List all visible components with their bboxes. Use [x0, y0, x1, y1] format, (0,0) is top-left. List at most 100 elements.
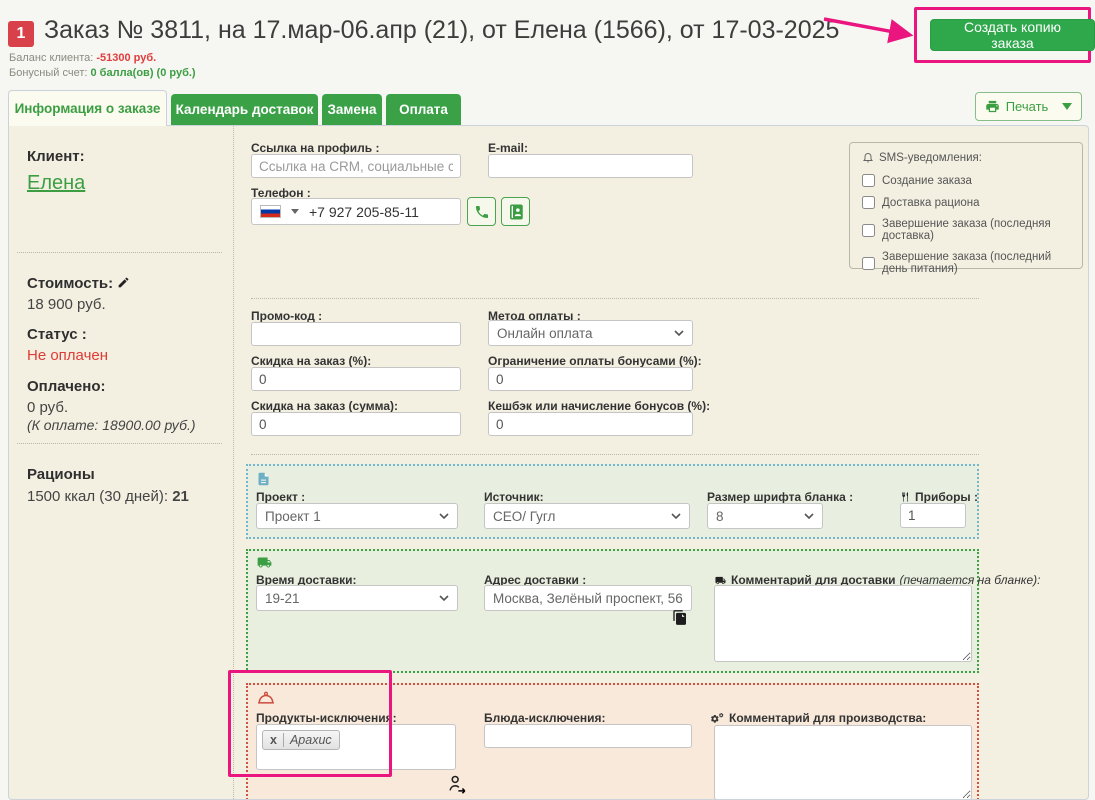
rations-count: 21 — [172, 488, 189, 505]
cost-label-text: Стоимость: — [27, 275, 114, 292]
bonus-limit-input[interactable] — [488, 367, 693, 391]
bonus-limit-label: Ограничение оплаты бонусами (%): — [488, 354, 702, 368]
cloche-icon — [258, 691, 274, 704]
chevron-down-icon — [671, 513, 681, 519]
utensils-label: Приборы : — [900, 490, 978, 504]
print-button[interactable]: Печать — [975, 92, 1082, 121]
phone-input[interactable]: +7 927 205-85-11 — [251, 198, 461, 225]
exclusion-tag: x Арахис — [262, 730, 340, 750]
remove-tag-icon[interactable]: x — [270, 733, 277, 747]
production-comment-label-text: Комментарий для производства: — [729, 711, 927, 725]
source-select[interactable]: СЕО/ Гугл — [484, 503, 690, 529]
promo-label: Промо-код : — [251, 309, 323, 323]
person-arrow-icon[interactable] — [446, 773, 468, 795]
contact-book-button[interactable] — [501, 197, 530, 226]
discount-sum-input[interactable] — [251, 412, 461, 436]
bonus-value: 0 балла(ов) (0 руб.) — [90, 67, 196, 79]
sms-option-label: Создание заказа — [882, 174, 972, 187]
sms-option-ration-delivery[interactable]: Доставка рациона — [862, 196, 1070, 209]
cashback-label: Кешбэк или начисление бонусов (%): — [488, 399, 711, 413]
bell-icon — [863, 152, 873, 163]
sms-option-last-delivery[interactable]: Завершение заказа (последняя доставка) — [862, 218, 1070, 242]
sidebar: Клиент: Елена Стоимость: 18 900 руб. Ста… — [9, 126, 234, 799]
flag-caret-icon[interactable] — [291, 209, 299, 214]
project-value: Проект 1 — [265, 508, 321, 524]
balance-value: -51300 руб. — [96, 52, 157, 64]
font-size-value: 8 — [716, 508, 724, 524]
project-select[interactable]: Проект 1 — [256, 503, 458, 529]
tab-payment[interactable]: Оплата — [386, 94, 461, 125]
document-icon — [258, 472, 269, 486]
checkbox[interactable] — [862, 174, 875, 187]
production-comment-textarea[interactable] — [714, 725, 972, 799]
copy-address-icon[interactable] — [672, 609, 688, 626]
source-value: СЕО/ Гугл — [493, 508, 556, 524]
production-box: Продукты-исключения: x Арахис Блюда-искл… — [246, 683, 979, 799]
checkbox[interactable] — [862, 223, 875, 237]
edit-pencil-icon[interactable] — [117, 276, 130, 289]
profile-link-input[interactable] — [251, 154, 461, 178]
font-size-label: Размер шрифта бланка : — [707, 490, 854, 504]
delivery-time-value: 19-21 — [265, 590, 300, 606]
rations-value: 1500 ккал (30 дней): 21 — [27, 488, 189, 505]
chevron-down-icon — [804, 513, 814, 519]
products-exclusions-input[interactable]: x Арахис — [256, 724, 456, 770]
tag-label: Арахис — [282, 733, 332, 747]
fork-knife-icon — [902, 492, 909, 502]
tab-replacement[interactable]: Замена — [322, 94, 382, 125]
payment-method-select[interactable]: Онлайн оплата — [488, 320, 693, 346]
cashback-input[interactable] — [488, 412, 693, 436]
sms-option-last-day[interactable]: Завершение заказа (последний день питани… — [862, 251, 1070, 275]
client-name-link[interactable]: Елена — [27, 172, 85, 195]
sms-option-order-created[interactable]: Создание заказа — [862, 174, 1070, 187]
utensils-label-text: Приборы : — [915, 490, 978, 504]
sms-option-label: Завершение заказа (последний день питани… — [882, 251, 1052, 275]
tab-order-info[interactable]: Информация о заказе — [8, 90, 167, 126]
sms-title: SMS-уведомления: — [879, 152, 982, 164]
address-book-icon — [509, 204, 523, 219]
discount-pct-input[interactable] — [251, 367, 461, 391]
sms-option-label: Завершение заказа (последняя доставка) — [882, 218, 1051, 242]
delivery-address-select[interactable]: Москва, Зелёный проспект, 56 — [484, 585, 692, 611]
production-comment-label: Комментарий для производства: — [710, 711, 926, 725]
tab-delivery-calendar[interactable]: Календарь доставок — [171, 94, 318, 125]
chevron-down-icon — [439, 595, 449, 601]
checkbox[interactable] — [862, 196, 875, 209]
gears-icon — [711, 712, 724, 723]
phone-number[interactable]: +7 927 205-85-11 — [309, 204, 419, 220]
promo-input[interactable] — [251, 322, 461, 346]
client-label: Клиент: — [27, 148, 85, 165]
divider — [251, 298, 979, 299]
payment-method-value: Онлайн оплата — [497, 325, 593, 341]
order-page: 1 Заказ № 3811, на 17.мар-06.апр (21), о… — [0, 0, 1095, 800]
email-field[interactable] — [488, 154, 693, 178]
balance-label: Баланс клиента: — [9, 52, 94, 64]
chevron-down-icon — [674, 330, 684, 336]
call-button[interactable] — [467, 197, 496, 226]
project-label: Проект : — [256, 490, 306, 504]
divider — [17, 252, 222, 253]
source-label: Источник: — [484, 490, 544, 504]
page-title: Заказ № 3811, на 17.мар-06.апр (21), от … — [44, 16, 840, 44]
chevron-down-icon — [1062, 103, 1073, 110]
bonus-account: Бонусный счет: 0 балла(ов) (0 руб.) — [9, 67, 196, 79]
status-badge: 1 — [8, 21, 34, 47]
client-balance: Баланс клиента: -51300 руб. — [9, 52, 156, 64]
products-exclusions-label: Продукты-исключения: — [256, 711, 397, 725]
discount-sum-label: Скидка на заказ (сумма): — [251, 399, 398, 413]
cost-value: 18 900 руб. — [27, 296, 106, 313]
dishes-exclusions-label: Блюда-исключения: — [484, 711, 606, 725]
checkbox[interactable] — [862, 256, 875, 270]
russia-flag-icon[interactable] — [260, 205, 281, 218]
font-size-select[interactable]: 8 — [707, 503, 823, 529]
truck-icon — [257, 557, 272, 568]
divider — [251, 454, 979, 455]
delivery-comment-textarea[interactable] — [714, 585, 972, 662]
rations-label: Рационы — [27, 466, 95, 483]
delivery-time-select[interactable]: 19-21 — [256, 585, 458, 611]
utensils-input[interactable] — [900, 503, 966, 528]
sms-notifications-box: SMS-уведомления: Создание заказа Доставк… — [849, 142, 1083, 275]
cost-label: Стоимость: — [27, 275, 130, 292]
dishes-exclusions-input[interactable] — [484, 724, 692, 748]
create-order-copy-button[interactable]: Создать копию заказа — [930, 19, 1095, 51]
